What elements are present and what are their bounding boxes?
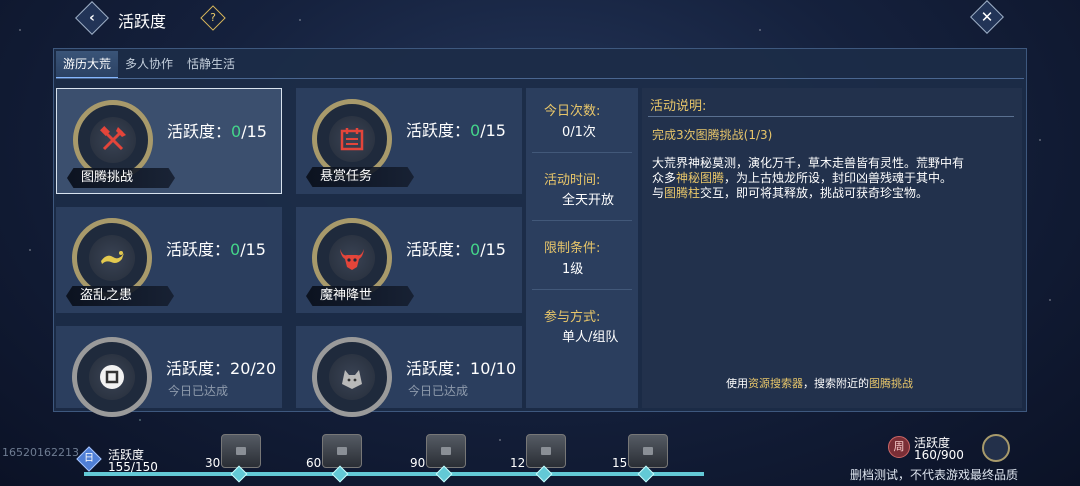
activity-card-demon[interactable]: 魔神降世 活跃度：0/15: [296, 207, 522, 313]
tab-travel[interactable]: 游历大荒: [56, 51, 119, 79]
daily-progress-track: [84, 472, 704, 476]
activity-card-totem[interactable]: 图腾挑战 活跃度：0/15: [56, 88, 282, 194]
question-icon: ?: [210, 11, 216, 24]
daily-activity-count: 155/150: [108, 460, 158, 474]
activity-icon-ring: [312, 337, 392, 417]
coin-icon: [100, 365, 124, 389]
resource-searcher-link[interactable]: 资源搜索器: [748, 377, 803, 390]
task-progress: 完成3次图腾挑战(1/3): [652, 128, 773, 142]
chest-icon: [628, 434, 668, 468]
daily-progress-fill: [84, 472, 704, 476]
chest-icon: [221, 434, 261, 468]
user-id: 16520162213: [2, 446, 79, 459]
milestone-marker: [435, 465, 453, 483]
activity-name: 魔神降世: [306, 286, 414, 306]
description-title: 活动说明:: [650, 99, 707, 114]
limit-value: 1级: [562, 262, 584, 277]
mode-label: 参与方式:: [544, 310, 601, 325]
chest-icon: [426, 434, 466, 468]
limit-label: 限制条件:: [544, 241, 601, 256]
close-icon: ✕: [980, 8, 994, 26]
close-button[interactable]: ✕: [970, 0, 1004, 34]
time-label: 活动时间:: [544, 173, 601, 188]
activity-score: 活跃度：20/20: [166, 359, 277, 378]
time-value: 全天开放: [562, 193, 615, 208]
activity-name: 图腾挑战: [67, 168, 175, 188]
activity-score: 活跃度：0/15: [167, 122, 267, 141]
tab-multiplayer[interactable]: 多人协作: [118, 51, 180, 77]
tab-leisure[interactable]: 恬静生活: [180, 51, 242, 77]
today-count-value: 0/1次: [562, 125, 596, 140]
tab-divider: [56, 78, 1024, 79]
milestone-chest-150[interactable]: 150: [612, 434, 672, 484]
milestone-marker: [637, 465, 655, 483]
activity-icon-ring: [72, 337, 152, 417]
completed-note: 今日已达成: [408, 384, 469, 398]
activity-progress-bar: 16520162213 日 活跃度 155/150 30 60 90 120 1…: [0, 424, 1080, 486]
activity-info-column: 今日次数: 0/1次 活动时间: 全天开放 限制条件: 1级 参与方式: 单人/…: [526, 88, 638, 408]
activity-score: 活跃度：0/15: [406, 121, 506, 140]
chest-icon: [322, 434, 362, 468]
milestone-chest-120[interactable]: 120: [510, 434, 570, 484]
description-divider: [648, 116, 1014, 117]
activity-name: 盗乱之患: [66, 286, 174, 306]
wolf-icon: [342, 370, 362, 389]
activity-name: 悬赏任务: [306, 167, 414, 187]
daily-badge: 日: [76, 446, 102, 472]
test-disclaimer: 删档测试，不代表游戏最终品质: [850, 468, 1019, 482]
description-text: 大荒界神秘莫测，演化万千，草木走兽皆有灵性。荒野中有 众多神秘图腾，为上古烛龙所…: [652, 156, 965, 200]
mode-value: 单人/组队: [562, 330, 619, 345]
main-panel: 游历大荒 多人协作 恬静生活 图腾挑战 活跃度：0/15 悬赏任务 活跃度：0/…: [53, 48, 1027, 417]
milestone-chest-60[interactable]: 60: [306, 434, 366, 484]
milestone-marker: [230, 465, 248, 483]
axe-hammer-icon: [100, 126, 126, 151]
chevron-left-icon: ‹: [89, 10, 95, 26]
weekly-badge: 周: [888, 436, 910, 458]
milestone-marker: [535, 465, 553, 483]
activity-description: 活动说明: 完成3次图腾挑战(1/3) 大荒界神秘莫测，演化万千，草木走兽皆有灵…: [642, 88, 1022, 408]
activity-score: 活跃度：10/10: [406, 359, 517, 378]
today-count-label: 今日次数:: [544, 104, 601, 119]
activity-score: 活跃度：0/15: [166, 240, 266, 259]
activity-card-coin[interactable]: 活跃度：20/20 今日已达成: [56, 326, 282, 417]
milestone-chest-90[interactable]: 90: [410, 434, 470, 484]
help-button[interactable]: ?: [200, 5, 226, 31]
completed-note: 今日已达成: [168, 384, 229, 398]
chest-icon: [526, 434, 566, 468]
info-divider: [532, 289, 632, 290]
calendar-icon: [340, 128, 364, 151]
activity-card-wolf[interactable]: 活跃度：10/10 今日已达成: [296, 326, 522, 417]
search-hint: 使用资源搜索器，搜索附近的图腾挑战: [726, 377, 913, 390]
back-button[interactable]: ‹: [75, 1, 109, 35]
info-divider: [532, 152, 632, 153]
top-bar: ‹ 活跃度 ? ✕: [0, 0, 1080, 40]
weekly-reward-button[interactable]: [982, 434, 1010, 462]
activity-score: 活跃度：0/15: [406, 240, 506, 259]
weekly-activity-count: 160/900: [914, 448, 964, 462]
totem-challenge-link[interactable]: 图腾挑战: [869, 377, 913, 390]
activity-card-bounty[interactable]: 悬赏任务 活跃度：0/15: [296, 88, 522, 194]
lizard-icon: [101, 251, 124, 264]
milestone-marker: [331, 465, 349, 483]
bull-skull-icon: [340, 249, 364, 270]
milestone-chest-30[interactable]: 30: [205, 434, 265, 484]
activity-card-bandits[interactable]: 盗乱之患 活跃度：0/15: [56, 207, 282, 313]
tab-bar: 游历大荒 多人协作 恬静生活: [56, 51, 242, 79]
page-title: 活跃度: [118, 12, 167, 31]
info-divider: [532, 220, 632, 221]
